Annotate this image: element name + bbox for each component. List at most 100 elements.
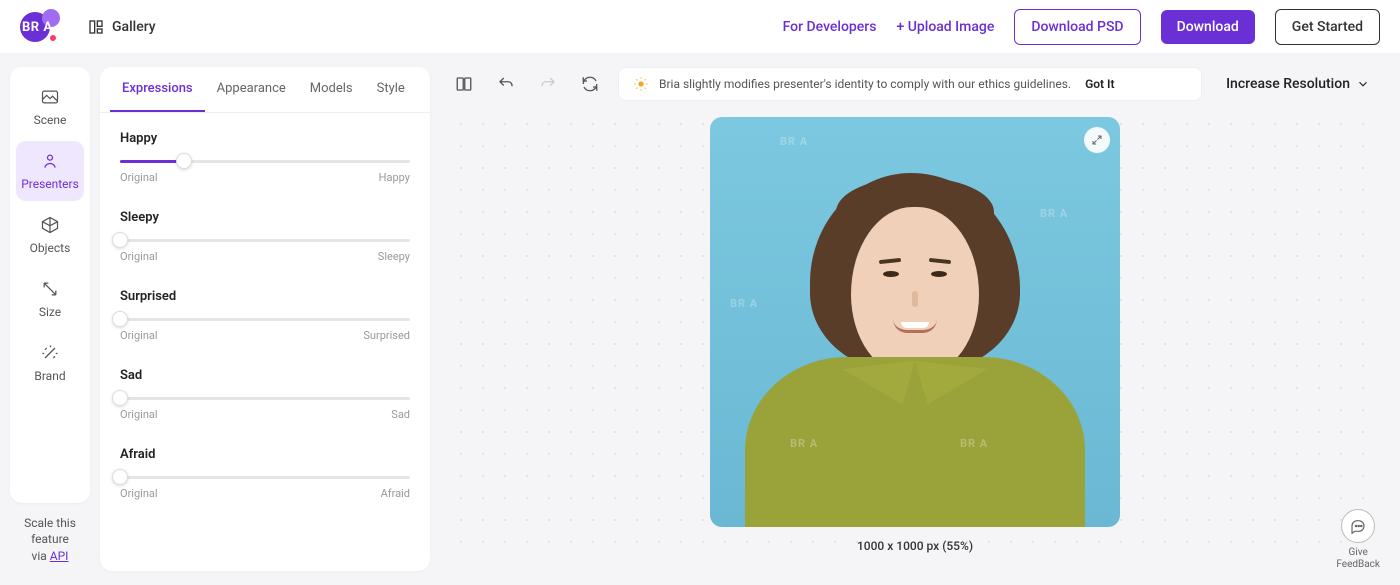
resolution-label: Increase Resolution bbox=[1226, 76, 1350, 92]
compare-icon bbox=[455, 75, 473, 93]
header: BR A Gallery For Developers + Upload Ima… bbox=[0, 0, 1400, 53]
slider-right-label: Happy bbox=[379, 171, 410, 184]
slider-left-label: Original bbox=[120, 487, 158, 500]
redo-icon bbox=[539, 75, 557, 93]
tab-appearance[interactable]: Appearance bbox=[205, 67, 298, 112]
sidebar-footer-text: Scale this feature bbox=[24, 516, 76, 547]
slider-sad: Sad Original Sad bbox=[120, 368, 410, 421]
slider-thumb[interactable] bbox=[112, 311, 128, 327]
slider-right-label: Sad bbox=[391, 408, 410, 421]
header-left: BR A Gallery bbox=[20, 9, 156, 45]
sidebar-item-label: Size bbox=[39, 305, 61, 319]
slider-track[interactable] bbox=[120, 397, 410, 400]
sidebar-item-label: Presenters bbox=[21, 177, 79, 191]
sidebar-item-objects[interactable]: Objects bbox=[16, 205, 84, 265]
canvas-toolbar: Bria slightly modifies presenter's ident… bbox=[450, 67, 1380, 101]
download-psd-button[interactable]: Download PSD bbox=[1014, 9, 1140, 45]
gallery-link[interactable]: Gallery bbox=[88, 19, 156, 35]
sidebar-item-scene[interactable]: Scene bbox=[16, 77, 84, 137]
control-panel: Expressions Appearance Models Style Happ… bbox=[100, 67, 430, 571]
sidebar-item-presenters[interactable]: Presenters bbox=[16, 141, 84, 201]
sidebar: Scene Presenters Objects Size Brand Scal… bbox=[0, 53, 100, 585]
reset-button[interactable] bbox=[576, 70, 604, 98]
slider-labels: Original Sad bbox=[120, 408, 410, 421]
feedback-bubble bbox=[1341, 509, 1375, 543]
undo-icon bbox=[497, 75, 515, 93]
chevron-down-icon bbox=[1356, 77, 1370, 91]
slider-left-label: Original bbox=[120, 408, 158, 421]
panel-tabs: Expressions Appearance Models Style bbox=[100, 67, 430, 113]
sidebar-item-brand[interactable]: Brand bbox=[16, 333, 84, 393]
info-bar: Bria slightly modifies presenter's ident… bbox=[618, 67, 1202, 101]
scene-icon bbox=[40, 87, 60, 107]
brand-icon bbox=[40, 343, 60, 363]
slider-thumb[interactable] bbox=[112, 232, 128, 248]
slider-surprised: Surprised Original Surprised bbox=[120, 289, 410, 342]
header-right: For Developers + Upload Image Download P… bbox=[783, 9, 1380, 45]
sidebar-card: Scene Presenters Objects Size Brand bbox=[10, 67, 90, 503]
slider-title: Surprised bbox=[120, 289, 410, 304]
presenters-icon bbox=[40, 151, 60, 171]
tab-expressions[interactable]: Expressions bbox=[110, 67, 205, 112]
slider-labels: Original Happy bbox=[120, 171, 410, 184]
slider-thumb[interactable] bbox=[176, 153, 192, 169]
upload-image-link[interactable]: + Upload Image bbox=[896, 19, 994, 35]
slider-right-label: Surprised bbox=[363, 329, 410, 342]
panel-body[interactable]: Happy Original Happy Sleepy Original Sle… bbox=[100, 113, 430, 571]
gallery-label: Gallery bbox=[112, 19, 156, 35]
canvas-caption: 1000 x 1000 px (55%) bbox=[710, 539, 1120, 553]
for-developers-link[interactable]: For Developers bbox=[783, 19, 877, 35]
increase-resolution-button[interactable]: Increase Resolution bbox=[1216, 76, 1380, 92]
slider-title: Sad bbox=[120, 368, 410, 383]
undo-button[interactable] bbox=[492, 70, 520, 98]
info-text: Bria slightly modifies presenter's ident… bbox=[659, 77, 1071, 91]
slider-thumb[interactable] bbox=[112, 390, 128, 406]
expand-icon bbox=[1091, 134, 1103, 146]
canvas-image[interactable]: BR A BR A BR A BR A BR A bbox=[710, 117, 1120, 527]
api-link[interactable]: API bbox=[50, 549, 69, 563]
redo-button[interactable] bbox=[534, 70, 562, 98]
sidebar-item-label: Scene bbox=[34, 113, 67, 127]
slider-happy: Happy Original Happy bbox=[120, 131, 410, 184]
download-button[interactable]: Download bbox=[1161, 10, 1255, 44]
compare-button[interactable] bbox=[450, 70, 478, 98]
sidebar-item-size[interactable]: Size bbox=[16, 269, 84, 329]
size-icon bbox=[40, 279, 60, 299]
canvas-stage: BR A BR A BR A BR A BR A 1000 x 1000 px … bbox=[450, 111, 1380, 571]
objects-icon bbox=[40, 215, 60, 235]
slider-left-label: Original bbox=[120, 250, 158, 263]
slider-left-label: Original bbox=[120, 329, 158, 342]
sidebar-footer-text2: via bbox=[32, 549, 50, 563]
tab-style[interactable]: Style bbox=[365, 67, 417, 112]
slider-right-label: Sleepy bbox=[378, 250, 410, 263]
slider-labels: Original Afraid bbox=[120, 487, 410, 500]
slider-afraid: Afraid Original Afraid bbox=[120, 447, 410, 500]
gallery-icon bbox=[88, 19, 104, 35]
tab-models[interactable]: Models bbox=[298, 67, 365, 112]
sidebar-item-label: Brand bbox=[34, 369, 65, 383]
slider-track[interactable] bbox=[120, 239, 410, 242]
slider-labels: Original Surprised bbox=[120, 329, 410, 342]
main: Scene Presenters Objects Size Brand Scal… bbox=[0, 53, 1400, 585]
slider-title: Happy bbox=[120, 131, 410, 146]
logo[interactable]: BR A bbox=[20, 9, 68, 45]
slider-thumb[interactable] bbox=[112, 469, 128, 485]
bria-logo-icon: BR A bbox=[20, 9, 68, 45]
get-started-button[interactable]: Get Started bbox=[1275, 9, 1380, 45]
canvas-area: Bria slightly modifies presenter's ident… bbox=[430, 53, 1400, 585]
chat-icon bbox=[1350, 518, 1366, 534]
sidebar-item-label: Objects bbox=[30, 241, 71, 255]
expand-button[interactable] bbox=[1084, 127, 1110, 153]
slider-labels: Original Sleepy bbox=[120, 250, 410, 263]
slider-track[interactable] bbox=[120, 318, 410, 321]
feedback-button[interactable]: GiveFeedBack bbox=[1336, 509, 1380, 571]
slider-track[interactable] bbox=[120, 476, 410, 479]
slider-right-label: Afraid bbox=[381, 487, 410, 500]
slider-fill bbox=[120, 160, 184, 163]
feedback-label: GiveFeedBack bbox=[1336, 547, 1380, 571]
slider-track[interactable] bbox=[120, 160, 410, 163]
got-it-button[interactable]: Got It bbox=[1085, 77, 1114, 91]
reset-icon bbox=[581, 75, 599, 93]
slider-sleepy: Sleepy Original Sleepy bbox=[120, 210, 410, 263]
slider-left-label: Original bbox=[120, 171, 158, 184]
